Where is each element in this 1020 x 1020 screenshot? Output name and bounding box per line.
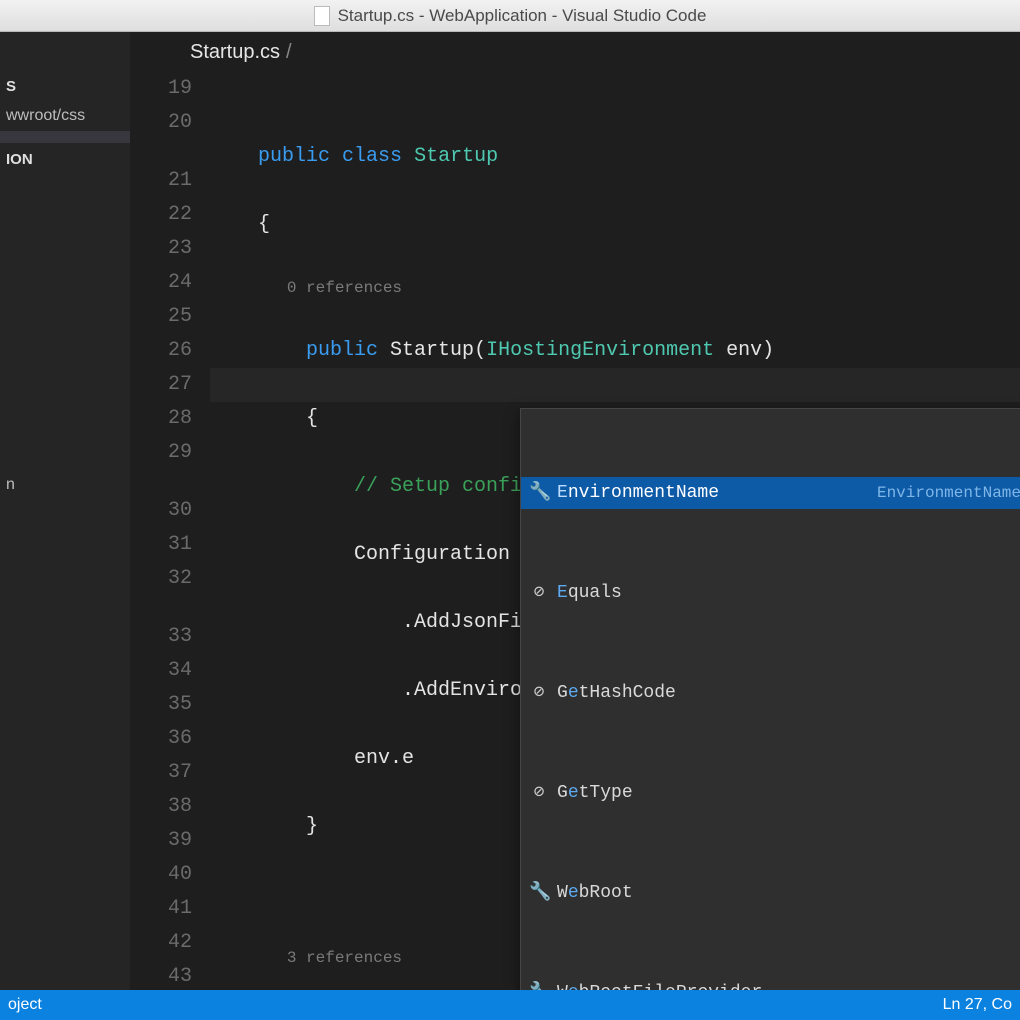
wrench-icon: 🔧 [529,476,549,510]
suggest-item-gethashcode[interactable]: ⊘ GetHashCode [521,677,1020,709]
status-project[interactable]: oject [8,996,42,1014]
status-bar: oject Ln 27, Co [0,990,1020,1020]
suggest-item-environmentname[interactable]: 🔧 EnvironmentName EnvironmentName [521,477,1020,509]
codelens-references[interactable]: 0 references [287,279,402,297]
tab-filename[interactable]: Startup.cs [190,41,280,64]
status-cursor-position[interactable]: Ln 27, Co [943,996,1012,1014]
method-icon: ⊘ [529,776,549,810]
suggest-item-equals[interactable]: ⊘ Equals [521,577,1020,609]
sidebar-item-generic[interactable]: n [0,456,130,514]
suggest-item-gettype[interactable]: ⊘ GetType [521,777,1020,809]
intellisense-popup[interactable]: 🔧 EnvironmentName EnvironmentName ⊘ Equa… [520,408,1020,990]
suggest-item-webrootfileprovider[interactable]: 🔧 WebRootFileProvider [521,977,1020,990]
sidebar-item-wwwroot[interactable]: wwroot/css [0,101,130,131]
sidebar: S wwroot/css ION n [0,32,130,990]
method-icon: ⊘ [529,576,549,610]
sidebar-section-explorer[interactable]: ION [0,143,130,176]
wrench-icon: 🔧 [529,976,549,990]
codelens-references[interactable]: 3 references [287,949,402,967]
editor-area: Startup.cs / 19 20 21 22 23 24 25 26 27 … [130,32,1020,990]
sidebar-item-selected[interactable] [0,131,130,143]
breadcrumb-sep: / [286,41,292,64]
line-gutter: 19 20 21 22 23 24 25 26 27 28 29 30 31 3… [130,72,210,990]
window-title: Startup.cs - WebApplication - Visual Stu… [338,6,707,26]
wrench-icon: 🔧 [529,876,549,910]
breadcrumb: Startup.cs / [130,32,1020,72]
window-titlebar: Startup.cs - WebApplication - Visual Stu… [0,0,1020,32]
code-editor[interactable]: 19 20 21 22 23 24 25 26 27 28 29 30 31 3… [130,72,1020,990]
file-icon [314,6,330,26]
method-icon: ⊘ [529,676,549,710]
sidebar-section-open-editors[interactable]: S [0,72,130,101]
suggest-item-webroot[interactable]: 🔧 WebRoot [521,877,1020,909]
code-content[interactable]: public class Startup { 0 references publ… [210,72,1020,990]
